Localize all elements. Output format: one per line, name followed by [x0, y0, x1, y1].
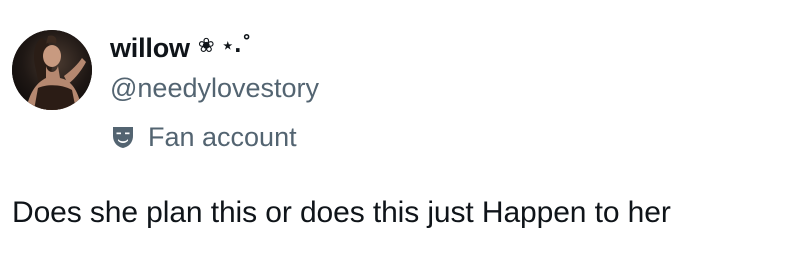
avatar[interactable]	[12, 30, 92, 110]
author-name-row[interactable]: willow ❀ ⋆.˚	[110, 30, 252, 66]
name-decoration: ❀ ⋆.˚	[197, 33, 252, 57]
avatar-photo-icon	[12, 30, 92, 110]
tweet-text: Does she plan this or does this just Hap…	[12, 196, 671, 229]
theater-masks-icon	[113, 127, 133, 148]
tweet: willow ❀ ⋆.˚ @needylovestory Fan account…	[0, 0, 806, 254]
author-handle[interactable]: @needylovestory	[110, 73, 319, 104]
account-label[interactable]: Fan account	[110, 120, 297, 154]
account-label-text: Fan account	[148, 121, 297, 152]
display-name[interactable]: willow	[110, 33, 190, 64]
